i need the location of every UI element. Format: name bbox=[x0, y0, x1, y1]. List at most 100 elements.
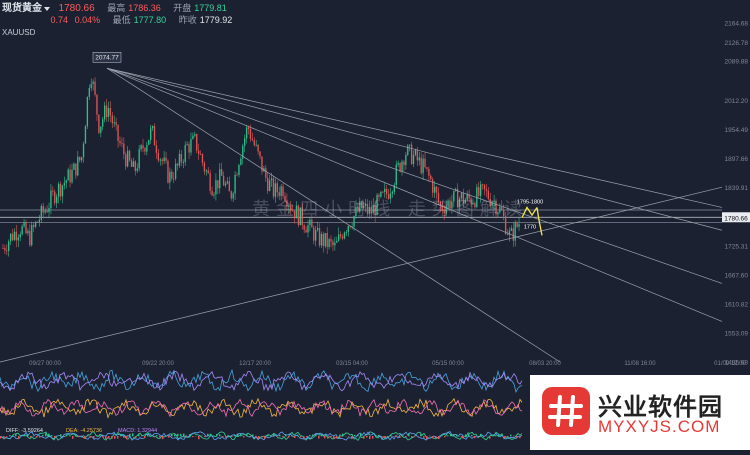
candle-body[interactable] bbox=[64, 183, 65, 186]
candle-body[interactable] bbox=[340, 234, 341, 236]
candle-body[interactable] bbox=[327, 233, 328, 247]
candle-body[interactable] bbox=[160, 160, 161, 161]
candle-body[interactable] bbox=[398, 163, 399, 165]
candle-body[interactable] bbox=[144, 148, 145, 151]
candle-body[interactable] bbox=[436, 187, 437, 193]
candle-body[interactable] bbox=[482, 184, 483, 185]
candle-body[interactable] bbox=[478, 187, 479, 196]
candle-body[interactable] bbox=[139, 149, 140, 168]
candle-body[interactable] bbox=[390, 194, 391, 199]
candle-body[interactable] bbox=[71, 170, 72, 182]
candle-body[interactable] bbox=[14, 232, 15, 240]
candle-body[interactable] bbox=[221, 169, 222, 175]
candle-body[interactable] bbox=[417, 150, 418, 161]
candle-body[interactable] bbox=[488, 191, 489, 199]
candle-body[interactable] bbox=[257, 145, 258, 152]
candle-body[interactable] bbox=[73, 164, 74, 170]
candle-body[interactable] bbox=[309, 220, 310, 226]
candle-body[interactable] bbox=[338, 234, 339, 240]
candle-body[interactable] bbox=[94, 82, 95, 95]
candle-body[interactable] bbox=[183, 162, 184, 163]
candle-body[interactable] bbox=[23, 222, 24, 226]
candle-body[interactable] bbox=[513, 228, 514, 240]
candle-body[interactable] bbox=[223, 176, 224, 186]
candle-body[interactable] bbox=[52, 191, 53, 192]
candle-body[interactable] bbox=[165, 158, 166, 161]
candle-body[interactable] bbox=[91, 84, 92, 88]
candle-body[interactable] bbox=[229, 181, 230, 191]
candle-body[interactable] bbox=[44, 211, 45, 213]
candle-body[interactable] bbox=[271, 178, 272, 180]
site-url[interactable]: MYXYJS.COM bbox=[598, 417, 720, 437]
candle-body[interactable] bbox=[234, 175, 235, 194]
candle-body[interactable] bbox=[407, 146, 408, 155]
candle-body[interactable] bbox=[179, 154, 180, 166]
candle-body[interactable] bbox=[344, 233, 345, 239]
candle-body[interactable] bbox=[154, 126, 155, 145]
candle-body[interactable] bbox=[334, 243, 335, 246]
candle-body[interactable] bbox=[204, 163, 205, 172]
candle-body[interactable] bbox=[409, 145, 410, 146]
candle-body[interactable] bbox=[100, 127, 101, 133]
candle-body[interactable] bbox=[315, 230, 316, 241]
candle-body[interactable] bbox=[167, 161, 168, 183]
candle-body[interactable] bbox=[428, 169, 429, 176]
candle-body[interactable] bbox=[280, 186, 281, 196]
candle-body[interactable] bbox=[175, 164, 176, 179]
candle-body[interactable] bbox=[121, 143, 122, 144]
candle-body[interactable] bbox=[162, 160, 163, 162]
candle-body[interactable] bbox=[66, 180, 67, 182]
candle-body[interactable] bbox=[311, 220, 312, 228]
candle-body[interactable] bbox=[18, 237, 19, 240]
candle-body[interactable] bbox=[244, 138, 245, 146]
candle-body[interactable] bbox=[307, 225, 308, 232]
trend-line[interactable] bbox=[107, 68, 722, 283]
candle-body[interactable] bbox=[41, 206, 42, 220]
candle-body[interactable] bbox=[60, 184, 61, 197]
candle-body[interactable] bbox=[173, 179, 174, 180]
candle-body[interactable] bbox=[246, 127, 247, 138]
candle-body[interactable] bbox=[133, 161, 134, 166]
candle-body[interactable] bbox=[325, 233, 326, 246]
candle-body[interactable] bbox=[256, 145, 257, 146]
candle-body[interactable] bbox=[275, 183, 276, 196]
candle-body[interactable] bbox=[37, 222, 38, 223]
candle-body[interactable] bbox=[248, 127, 249, 129]
candle-body[interactable] bbox=[213, 194, 214, 195]
candle-body[interactable] bbox=[430, 176, 431, 180]
candle-body[interactable] bbox=[380, 192, 381, 197]
candle-body[interactable] bbox=[515, 223, 516, 241]
candle-body[interactable] bbox=[25, 222, 26, 233]
candle-body[interactable] bbox=[382, 192, 383, 193]
candle-body[interactable] bbox=[323, 234, 324, 246]
candle-body[interactable] bbox=[135, 161, 136, 170]
candle-body[interactable] bbox=[117, 125, 118, 141]
candle-body[interactable] bbox=[140, 145, 141, 149]
candle-body[interactable] bbox=[236, 175, 237, 176]
candle-body[interactable] bbox=[39, 220, 40, 222]
candle-body[interactable] bbox=[148, 140, 149, 145]
candle-body[interactable] bbox=[200, 154, 201, 155]
candle-body[interactable] bbox=[252, 139, 253, 140]
candle-body[interactable] bbox=[92, 82, 93, 84]
candle-body[interactable] bbox=[378, 195, 379, 197]
candle-body[interactable] bbox=[238, 165, 239, 175]
candle-body[interactable] bbox=[163, 158, 164, 162]
candle-body[interactable] bbox=[12, 234, 13, 240]
candle-body[interactable] bbox=[208, 171, 209, 174]
candle-body[interactable] bbox=[486, 189, 487, 191]
candle-body[interactable] bbox=[202, 154, 203, 163]
candle-body[interactable] bbox=[48, 208, 49, 212]
candle-body[interactable] bbox=[461, 193, 462, 198]
candle-body[interactable] bbox=[413, 155, 414, 164]
candle-body[interactable] bbox=[396, 165, 397, 185]
candle-body[interactable] bbox=[123, 144, 124, 155]
candle-body[interactable] bbox=[265, 168, 266, 178]
candle-body[interactable] bbox=[188, 144, 189, 152]
candle-body[interactable] bbox=[54, 192, 55, 203]
candle-body[interactable] bbox=[219, 169, 220, 188]
candle-body[interactable] bbox=[114, 122, 115, 123]
candle-body[interactable] bbox=[102, 119, 103, 126]
candle-body[interactable] bbox=[6, 250, 7, 251]
candle-body[interactable] bbox=[20, 234, 21, 237]
